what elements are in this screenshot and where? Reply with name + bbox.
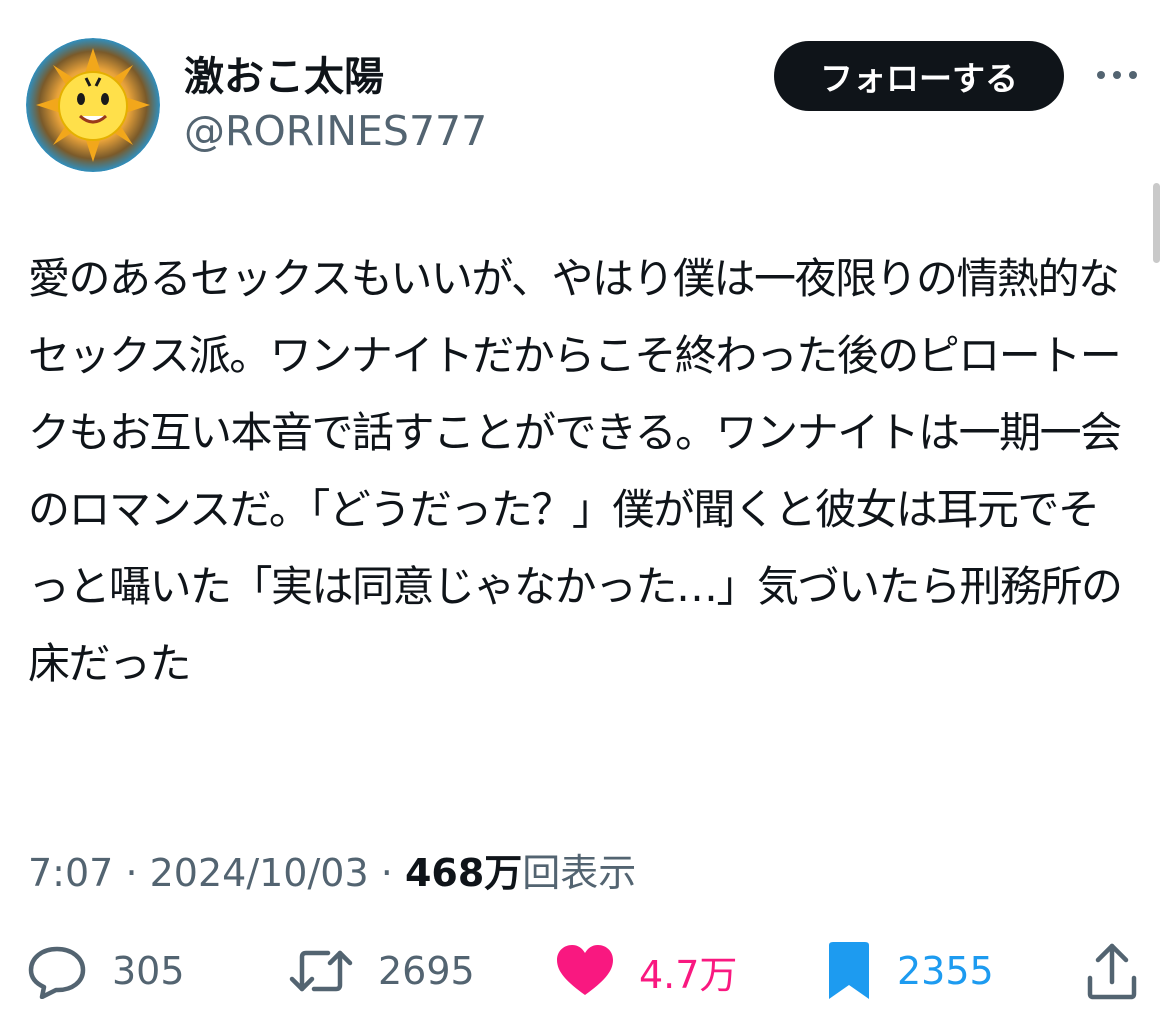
avatar[interactable] (26, 38, 160, 172)
tweet-text: 愛のあるセックスもいいが、やはり僕は一夜限りの情熱的なセックス派。ワンナイトだか… (28, 254, 1123, 688)
scrollbar[interactable] (1153, 183, 1160, 263)
like-count: 4.7万 (639, 952, 738, 997)
angry-sun-avatar-icon (26, 38, 160, 172)
reply-button[interactable]: 305 (26, 941, 185, 1001)
follow-button[interactable]: フォローする (774, 41, 1064, 111)
views-count[interactable]: 468万 (405, 851, 522, 895)
tweet-time[interactable]: 7:07 (28, 851, 113, 895)
meta-separator: · (380, 851, 393, 895)
share-button[interactable] (1084, 941, 1140, 1001)
tweet-meta: 7:07 · 2024/10/03 · 468万回表示 (28, 848, 636, 898)
retweet-count: 2695 (378, 949, 475, 993)
user-handle[interactable]: @RORINES777 (184, 106, 487, 156)
reply-count: 305 (112, 949, 185, 993)
bookmark-button[interactable]: 2355 (825, 941, 994, 1001)
views-label: 回表示 (522, 851, 637, 895)
more-options-button[interactable] (1094, 58, 1140, 92)
tweet-date[interactable]: 2024/10/03 (150, 851, 369, 895)
bookmark-count: 2355 (897, 949, 994, 993)
meta-separator: · (125, 851, 138, 895)
bookmark-icon (829, 942, 869, 999)
retweet-icon (289, 950, 353, 992)
reply-bubble-icon (28, 946, 86, 999)
heart-icon (557, 945, 613, 995)
like-button[interactable]: 4.7万 (555, 941, 737, 1001)
share-icon (1087, 943, 1137, 1000)
display-name[interactable]: 激おこ太陽 (184, 52, 384, 102)
retweet-button[interactable]: 2695 (288, 941, 475, 1001)
more-dots-icon (1097, 71, 1137, 79)
